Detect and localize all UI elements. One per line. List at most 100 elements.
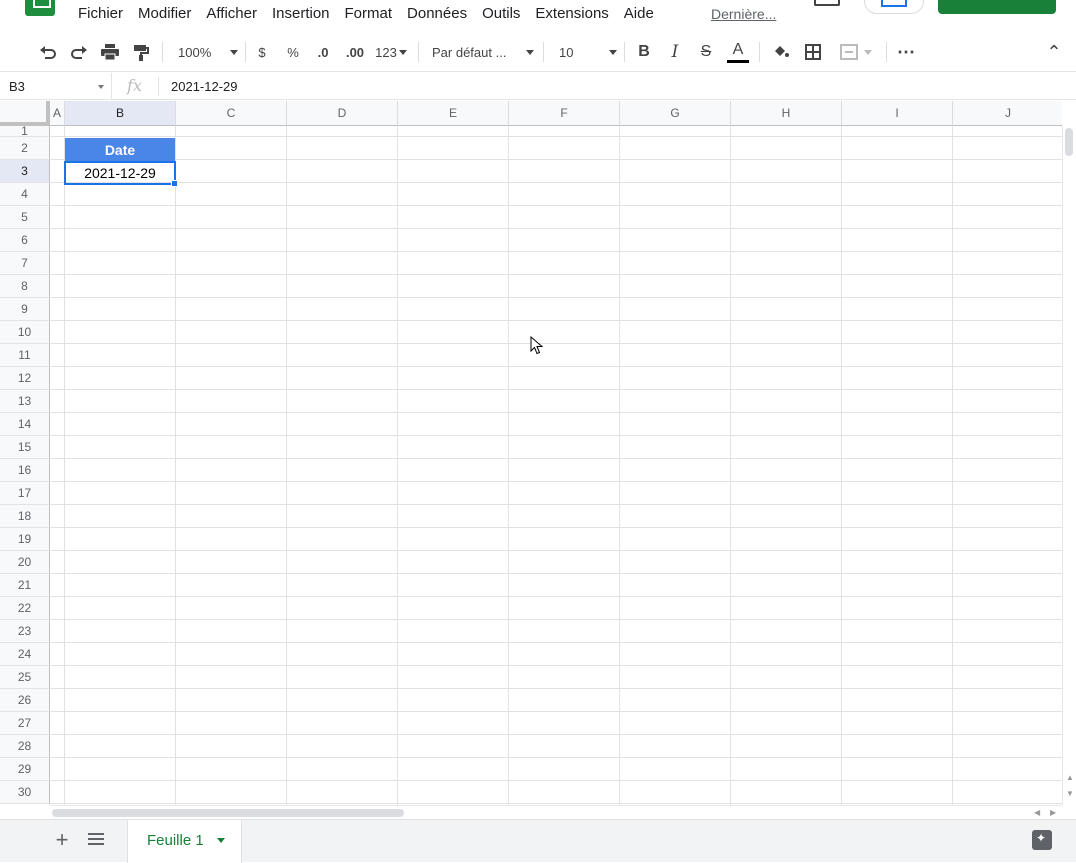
column-header-j[interactable]: J (953, 101, 1062, 126)
menu-outils[interactable]: Outils (482, 4, 520, 24)
comment-history-icon[interactable] (814, 0, 840, 6)
menu-format[interactable]: Format (345, 4, 393, 24)
column-header-g[interactable]: G (620, 101, 731, 126)
zoom-select[interactable]: 100% (172, 41, 238, 63)
row-gridline (50, 412, 1062, 413)
decrease-decimals-button[interactable]: .0 (312, 41, 334, 63)
print-icon (101, 44, 119, 60)
column-header-d[interactable]: D (287, 101, 398, 126)
horizontal-scroll-thumb[interactable] (52, 809, 404, 817)
sheet-tab-feuille-1[interactable]: Feuille 1 (127, 820, 242, 863)
menu-afficher[interactable]: Afficher (206, 4, 257, 24)
redo-button[interactable] (67, 41, 91, 63)
share-button[interactable] (938, 0, 1056, 14)
add-sheet-button[interactable]: + (52, 829, 72, 851)
last-edit-link[interactable]: Dernière... (711, 4, 776, 24)
vertical-scroll-thumb[interactable] (1065, 128, 1073, 156)
row-header-9[interactable]: 9 (0, 298, 50, 321)
strikethrough-button[interactable]: S (696, 41, 716, 63)
row-header-17[interactable]: 17 (0, 482, 50, 505)
more-options-button[interactable]: ⋯ (896, 41, 916, 63)
row-gridline (50, 366, 1062, 367)
meet-button[interactable] (864, 0, 924, 14)
collapse-menus-button[interactable]: ⌃ (1044, 41, 1064, 63)
row-header-7[interactable]: 7 (0, 252, 50, 275)
row-gridline (50, 343, 1062, 344)
borders-button[interactable] (801, 41, 825, 63)
explore-icon[interactable] (1032, 830, 1052, 850)
row-header-29[interactable]: 29 (0, 758, 50, 781)
increase-decimals-button[interactable]: .00 (342, 41, 368, 63)
scroll-down-icon[interactable]: ▼ (1066, 789, 1074, 798)
menu-fichier[interactable]: Fichier (78, 4, 123, 24)
italic-button[interactable]: I (665, 41, 685, 63)
row-header-19[interactable]: 19 (0, 528, 50, 551)
row-header-22[interactable]: 22 (0, 597, 50, 620)
chevron-down-icon[interactable] (217, 838, 225, 843)
row-header-24[interactable]: 24 (0, 643, 50, 666)
row-header-21[interactable]: 21 (0, 574, 50, 597)
scroll-up-icon[interactable]: ▲ (1066, 773, 1074, 782)
row-header-2[interactable]: 2 (0, 137, 50, 160)
percent-button[interactable]: % (284, 41, 302, 63)
column-header-f[interactable]: F (509, 101, 620, 126)
row-header-26[interactable]: 26 (0, 689, 50, 712)
row-header-1[interactable]: 1 (0, 124, 50, 138)
row-header-3[interactable]: 3 (0, 160, 50, 183)
column-header-i[interactable]: I (842, 101, 953, 126)
row-header-10[interactable]: 10 (0, 321, 50, 344)
undo-button[interactable] (36, 41, 60, 63)
row-header-12[interactable]: 12 (0, 367, 50, 390)
sheets-logo-icon[interactable] (25, 0, 55, 16)
vertical-scrollbar[interactable]: ▲ ▼ (1062, 126, 1076, 805)
menu-extensions[interactable]: Extensions (535, 4, 608, 24)
cell-b2-header[interactable]: Date (65, 138, 175, 161)
merge-cells-button[interactable] (835, 41, 877, 63)
horizontal-scrollbar[interactable]: ◀ ▶ (50, 805, 1062, 819)
fill-handle[interactable] (171, 180, 178, 187)
row-header-16[interactable]: 16 (0, 459, 50, 482)
row-header-27[interactable]: 27 (0, 712, 50, 735)
column-header-c[interactable]: C (176, 101, 287, 126)
font-size-select[interactable]: 10 (555, 41, 617, 63)
scroll-right-icon[interactable]: ▶ (1050, 808, 1056, 817)
row-header-18[interactable]: 18 (0, 505, 50, 528)
row-header-30[interactable]: 30 (0, 781, 50, 804)
chevron-down-icon (230, 49, 238, 55)
print-button[interactable] (98, 41, 122, 63)
column-header-h[interactable]: H (731, 101, 842, 126)
menu-modifier[interactable]: Modifier (138, 4, 191, 24)
text-color-label: A (732, 40, 744, 58)
menu-donnees[interactable]: Données (407, 4, 467, 24)
bold-button[interactable]: B (634, 41, 654, 63)
row-header-4[interactable]: 4 (0, 183, 50, 206)
select-all-corner[interactable] (0, 101, 50, 126)
row-header-5[interactable]: 5 (0, 206, 50, 229)
row-header-25[interactable]: 25 (0, 666, 50, 689)
row-header-11[interactable]: 11 (0, 344, 50, 367)
column-header-b[interactable]: B (65, 101, 176, 126)
paint-format-button[interactable] (129, 41, 153, 63)
formula-input[interactable]: 2021-12-29 (171, 79, 238, 94)
fill-color-button[interactable] (769, 41, 793, 63)
scroll-left-icon[interactable]: ◀ (1034, 808, 1040, 817)
column-gridline (175, 126, 176, 805)
row-header-15[interactable]: 15 (0, 436, 50, 459)
font-select[interactable]: Par défaut ... (432, 41, 534, 63)
text-color-button[interactable]: A (726, 41, 750, 63)
name-box[interactable]: B3 (0, 73, 112, 100)
menu-insertion[interactable]: Insertion (272, 4, 330, 24)
more-formats-button[interactable]: 123 (373, 41, 409, 63)
row-header-28[interactable]: 28 (0, 735, 50, 758)
column-header-a[interactable]: A (50, 101, 65, 126)
row-header-8[interactable]: 8 (0, 275, 50, 298)
row-header-6[interactable]: 6 (0, 229, 50, 252)
currency-button[interactable]: $ (253, 41, 271, 63)
row-header-13[interactable]: 13 (0, 390, 50, 413)
row-header-23[interactable]: 23 (0, 620, 50, 643)
column-header-e[interactable]: E (398, 101, 509, 126)
row-header-14[interactable]: 14 (0, 413, 50, 436)
all-sheets-menu-icon[interactable] (88, 833, 104, 847)
row-header-20[interactable]: 20 (0, 551, 50, 574)
menu-aide[interactable]: Aide (624, 4, 654, 24)
